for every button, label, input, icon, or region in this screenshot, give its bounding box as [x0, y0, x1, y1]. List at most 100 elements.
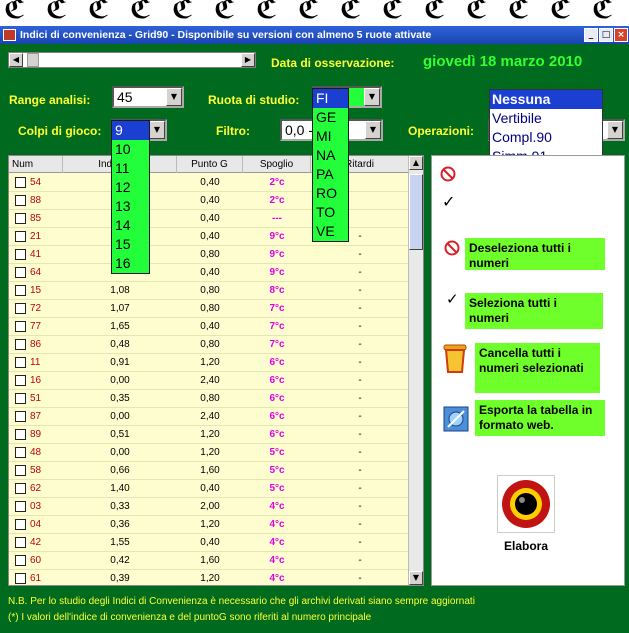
table-row[interactable]: 11 0,91 1,20 6°c -: [9, 354, 409, 372]
table-row[interactable]: 61 0,39 1,20 4°c -: [9, 570, 409, 585]
row-checkbox[interactable]: [15, 537, 26, 548]
operazioni-option[interactable]: Vertibile: [490, 109, 602, 128]
row-checkbox[interactable]: [15, 357, 26, 368]
table-row[interactable]: 72 1,07 0,80 7°c -: [9, 300, 409, 318]
ruota-option[interactable]: FI: [313, 89, 348, 108]
row-checkbox[interactable]: [15, 573, 26, 584]
chevron-down-icon[interactable]: ▼: [365, 121, 381, 139]
spoglio-cell: 7°c: [269, 339, 285, 350]
table-row[interactable]: 58 0,66 1,60 5°c -: [9, 462, 409, 480]
colpi-gioco-dropdown-list[interactable]: 9 10 11 12 13 14 15 16: [111, 120, 150, 274]
colpi-option[interactable]: 15: [112, 235, 149, 254]
colpi-option[interactable]: 10: [112, 140, 149, 159]
row-checkbox[interactable]: [15, 303, 26, 314]
table-row[interactable]: 54 0,40 2°c: [9, 174, 409, 192]
chevron-down-icon[interactable]: ▼: [166, 88, 182, 106]
title-bar: Indici di convenienza - Grid90 - Disponi…: [0, 26, 629, 44]
punto-g-cell: 0,80: [200, 339, 220, 350]
table-row[interactable]: 77 1,65 0,40 7°c -: [9, 318, 409, 336]
row-checkbox[interactable]: [15, 429, 26, 440]
row-checkbox[interactable]: [15, 213, 26, 224]
seleziona-button[interactable]: Seleziona tutti i numeri: [465, 293, 603, 329]
table-row[interactable]: 60 0,42 1,60 4°c -: [9, 552, 409, 570]
table-row[interactable]: 62 1,40 0,40 5°c -: [9, 480, 409, 498]
scroll-thumb[interactable]: [27, 53, 39, 67]
colpi-option[interactable]: 16: [112, 254, 149, 273]
scroll-right-button[interactable]: ▶: [241, 53, 255, 67]
table-row[interactable]: 64 0,40 9°c -: [9, 264, 409, 282]
row-checkbox[interactable]: [15, 375, 26, 386]
operazioni-option[interactable]: Nessuna: [490, 90, 602, 109]
number-cell: 03: [30, 501, 42, 512]
row-checkbox[interactable]: [15, 483, 26, 494]
spoglio-cell: 9°c: [269, 249, 285, 260]
table-row[interactable]: 15 1,08 0,80 8°c -: [9, 282, 409, 300]
close-button[interactable]: ×: [614, 28, 628, 42]
ruota-option[interactable]: GE: [313, 108, 348, 127]
ruota-option[interactable]: NA: [313, 146, 348, 165]
row-checkbox[interactable]: [15, 231, 26, 242]
row-checkbox[interactable]: [15, 411, 26, 422]
row-checkbox[interactable]: [15, 285, 26, 296]
ruota-option[interactable]: TO: [313, 203, 348, 222]
table-row[interactable]: 88 0,40 2°c: [9, 192, 409, 210]
row-checkbox[interactable]: [15, 267, 26, 278]
scroll-down-button[interactable]: ▼: [409, 571, 423, 585]
esporta-button[interactable]: Esporta la tabella in formato web.: [475, 400, 605, 436]
row-checkbox[interactable]: [15, 321, 26, 332]
maximize-button[interactable]: □: [599, 28, 613, 42]
column-header-punto-g[interactable]: Punto G: [177, 156, 243, 173]
range-analisi-select[interactable]: 45 ▼: [112, 86, 184, 108]
table-row[interactable]: 03 0,33 2,00 4°c -: [9, 498, 409, 516]
colpi-option[interactable]: 14: [112, 216, 149, 235]
ruota-option[interactable]: RO: [313, 184, 348, 203]
ruota-studio-dropdown-list[interactable]: FI GE MI NA PA RO TO VE: [312, 88, 349, 242]
chevron-down-icon[interactable]: ▼: [149, 121, 165, 139]
cancella-button[interactable]: Cancella tutti i numeri selezionati: [475, 343, 600, 393]
column-header-num[interactable]: Num: [9, 156, 63, 173]
row-checkbox[interactable]: [15, 465, 26, 476]
operazioni-option[interactable]: Compl.90: [490, 128, 602, 147]
ritardi-cell: -: [358, 249, 362, 260]
ruota-option[interactable]: PA: [313, 165, 348, 184]
table-scrollbar[interactable]: ▲ ▼: [408, 156, 423, 585]
table-row[interactable]: 42 1,55 0,40 4°c -: [9, 534, 409, 552]
row-checkbox[interactable]: [15, 501, 26, 512]
colpi-option[interactable]: 13: [112, 197, 149, 216]
column-header-spoglio[interactable]: Spoglio: [243, 156, 311, 173]
table-row[interactable]: 16 0,00 2,40 6°c -: [9, 372, 409, 390]
row-checkbox[interactable]: [15, 195, 26, 206]
colpi-option[interactable]: 9: [112, 121, 149, 140]
chevron-down-icon[interactable]: ▼: [607, 121, 623, 139]
ruota-option[interactable]: VE: [313, 222, 348, 241]
scroll-thumb[interactable]: [409, 174, 423, 250]
chevron-down-icon[interactable]: ▼: [364, 88, 380, 106]
row-checkbox[interactable]: [15, 519, 26, 530]
row-checkbox[interactable]: [15, 555, 26, 566]
row-checkbox[interactable]: [15, 177, 26, 188]
table-row[interactable]: 85 0,40 ---: [9, 210, 409, 228]
elabora-button[interactable]: [497, 475, 555, 533]
deseleziona-button[interactable]: Deseleziona tutti i numeri: [465, 238, 605, 270]
spoglio-cell: 4°c: [269, 573, 285, 584]
row-checkbox[interactable]: [15, 339, 26, 350]
table-row[interactable]: 41 0,80 9°c -: [9, 246, 409, 264]
table-row[interactable]: 21 0,40 9°c -: [9, 228, 409, 246]
row-checkbox[interactable]: [15, 249, 26, 260]
date-scrollbar[interactable]: ◀ ▶: [8, 52, 256, 68]
table-row[interactable]: 89 0,51 1,20 6°c -: [9, 426, 409, 444]
table-row[interactable]: 04 0,36 1,20 4°c -: [9, 516, 409, 534]
ruota-option[interactable]: MI: [313, 127, 348, 146]
spoglio-cell: 9°c: [269, 267, 285, 278]
minimize-button[interactable]: _: [584, 28, 598, 42]
row-checkbox[interactable]: [15, 447, 26, 458]
table-row[interactable]: 87 0,00 2,40 6°c -: [9, 408, 409, 426]
colpi-option[interactable]: 11: [112, 159, 149, 178]
scroll-left-button[interactable]: ◀: [9, 53, 23, 67]
colpi-option[interactable]: 12: [112, 178, 149, 197]
table-row[interactable]: 86 0,48 0,80 7°c -: [9, 336, 409, 354]
scroll-up-button[interactable]: ▲: [409, 156, 423, 170]
table-row[interactable]: 48 0,00 1,20 5°c -: [9, 444, 409, 462]
row-checkbox[interactable]: [15, 393, 26, 404]
table-row[interactable]: 51 0,35 0,80 6°c -: [9, 390, 409, 408]
